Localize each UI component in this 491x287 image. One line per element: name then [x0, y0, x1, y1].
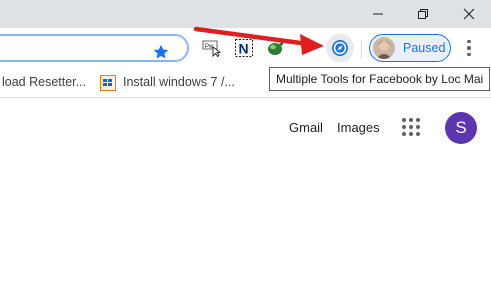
apps-grid-icon: [402, 118, 406, 122]
minimize-button[interactable]: [355, 0, 400, 28]
profile-avatar: [373, 37, 395, 59]
compass-extension-icon: [332, 40, 348, 56]
bookmark-item-install-windows[interactable]: Install windows 7 /...: [123, 75, 235, 89]
toolbar-separator: [361, 40, 362, 58]
profile-status-label: Paused: [403, 41, 446, 55]
annotation-arrow: [193, 26, 324, 55]
address-bar[interactable]: [0, 34, 189, 62]
minimize-icon: [372, 13, 383, 15]
account-avatar[interactable]: S: [445, 112, 477, 144]
images-link[interactable]: Images: [337, 120, 380, 135]
bookmark-item-resetter[interactable]: load Resetter...: [2, 75, 86, 89]
close-button[interactable]: [446, 0, 491, 28]
profile-photo-icon: [373, 37, 395, 59]
restore-icon: [417, 9, 428, 19]
profile-button[interactable]: Paused: [369, 34, 451, 62]
menu-icon: [467, 39, 471, 44]
multiple-tools-facebook-button[interactable]: [326, 34, 354, 62]
star-icon[interactable]: [152, 43, 170, 61]
apps-grid-button[interactable]: [402, 118, 420, 136]
restore-button[interactable]: [400, 0, 445, 28]
browser-window: Pw N Paused load Resetter... Install win…: [0, 0, 491, 287]
bookmark-favicon-icon: [100, 75, 116, 91]
chrome-menu-button[interactable]: [459, 37, 479, 59]
gmail-link[interactable]: Gmail: [289, 120, 323, 135]
close-icon: [463, 8, 474, 20]
extension-tooltip: Multiple Tools for Facebook by Loc Mai: [269, 67, 491, 91]
